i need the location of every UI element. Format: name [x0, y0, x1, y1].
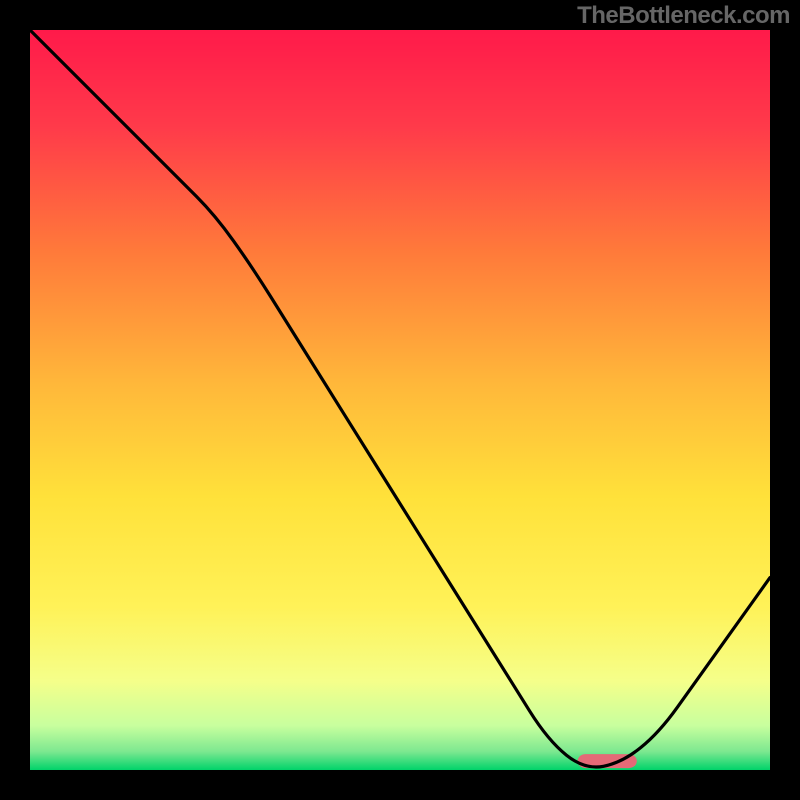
- bottleneck-chart: TheBottleneck.com: [0, 0, 800, 800]
- chart-svg: [0, 0, 800, 800]
- watermark-label: TheBottleneck.com: [577, 2, 790, 30]
